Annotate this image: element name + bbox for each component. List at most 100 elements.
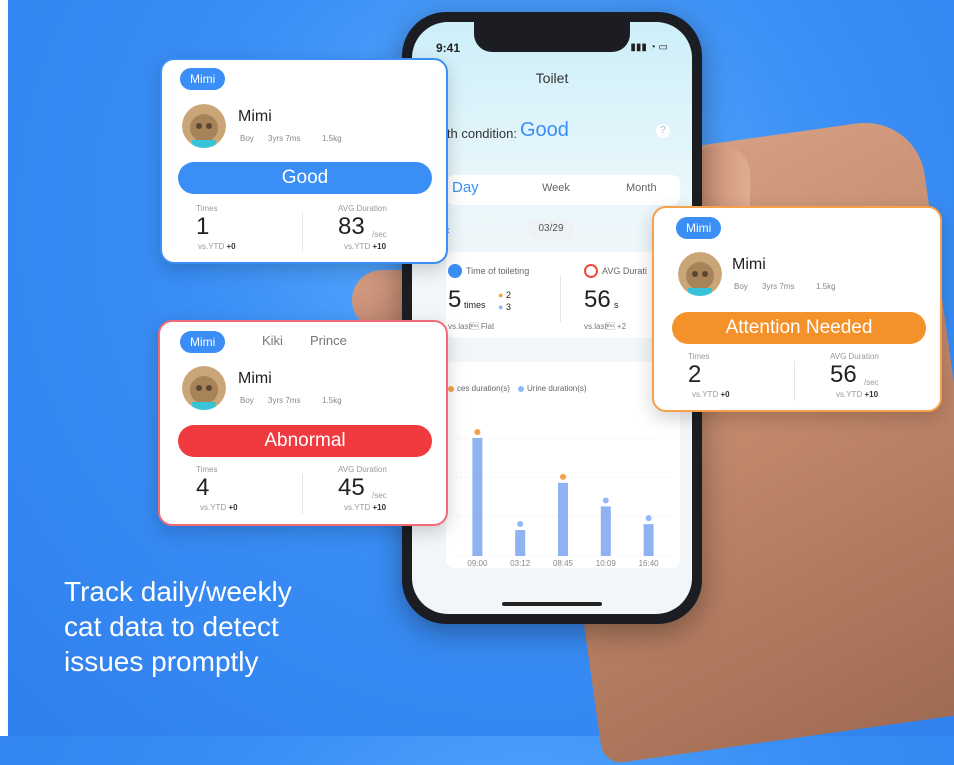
chart-point-marker bbox=[602, 497, 609, 504]
duration-vs: vs.YTD +10 bbox=[344, 503, 386, 512]
times-vs-value: +0 bbox=[720, 390, 730, 399]
status-time: 9:41 bbox=[436, 41, 461, 55]
status-attention-needed[interactable]: Attention Needed bbox=[672, 312, 926, 344]
pet-weight: 1.5kg bbox=[816, 282, 836, 291]
phone-screen: 9:41 ▮▮▮ ◔ ▭ Toilet lth condition: Good … bbox=[412, 22, 692, 614]
x-tick-label: 08:45 bbox=[553, 559, 574, 568]
pet-tab-prince[interactable]: Prince bbox=[310, 333, 347, 348]
card-good[interactable]: Mimi Mimi Boy 3yrs 7ms 1.5kg Good Times … bbox=[160, 58, 448, 264]
pet-gender: Boy bbox=[240, 134, 254, 143]
pet-name: Mimi bbox=[238, 108, 272, 125]
card-attention[interactable]: Mimi Mimi Boy 3yrs 7ms 1.5kg Attention N… bbox=[652, 206, 942, 412]
cat-avatar bbox=[182, 366, 226, 410]
tab-day[interactable]: Day bbox=[452, 179, 479, 196]
pet-gender: Boy bbox=[240, 396, 254, 405]
times-vs-value: +0 bbox=[226, 242, 236, 251]
times-label: Times bbox=[688, 352, 710, 361]
clock-icon bbox=[584, 264, 598, 278]
toileting-vs: vs.last Flat bbox=[448, 322, 495, 331]
health-condition-label: lth condition: bbox=[444, 126, 517, 141]
left-edge bbox=[0, 0, 8, 736]
feces-count: 2 bbox=[506, 290, 512, 300]
times-value: 1 bbox=[196, 213, 210, 240]
tab-month[interactable]: Month bbox=[626, 182, 657, 194]
times-vs: vs.YTD +0 bbox=[198, 242, 236, 251]
pet-tab-mimi[interactable]: Mimi bbox=[676, 217, 722, 239]
status-abnormal[interactable]: Abnormal bbox=[178, 425, 432, 457]
status-icons: ▮▮▮ ◔ ▭ bbox=[630, 42, 668, 53]
card-abnormal[interactable]: Mimi Kiki Prince Mimi Boy 3yrs 7ms 1.5kg… bbox=[158, 320, 448, 526]
x-tick-label: 10:09 bbox=[596, 559, 617, 568]
chart-point-marker bbox=[645, 515, 652, 522]
pet-weight: 1.5kg bbox=[322, 134, 342, 143]
period-tabs: Day Week Month bbox=[446, 175, 680, 205]
duration-vs-value: +10 bbox=[864, 390, 879, 399]
duration-vs: vs.YTD +10 bbox=[344, 242, 386, 251]
times-vs-prefix: vs.YTD bbox=[198, 242, 225, 251]
duration-label: AVG Duration bbox=[338, 465, 387, 474]
pet-tab-kiki[interactable]: Kiki bbox=[262, 333, 283, 348]
toileting-label: Time of toileting bbox=[466, 266, 530, 276]
chart-point-marker bbox=[474, 429, 481, 435]
metric-divider bbox=[302, 212, 303, 252]
home-indicator bbox=[502, 602, 602, 606]
toileting-icon bbox=[448, 264, 462, 278]
times-label: Times bbox=[196, 204, 218, 213]
times-vs-prefix: vs.YTD bbox=[200, 503, 227, 512]
tagline-line-3: issues promptly bbox=[64, 646, 259, 677]
urine-drop-icon: ● bbox=[498, 302, 504, 312]
chart-point-marker bbox=[517, 521, 524, 528]
chart-bar bbox=[600, 506, 611, 556]
cat-avatar bbox=[678, 252, 722, 296]
chart-bar bbox=[558, 482, 568, 556]
tagline: Track daily/weekly cat data to detect is… bbox=[64, 574, 384, 679]
urine-count: 3 bbox=[506, 302, 512, 312]
duration-value: 56 bbox=[830, 361, 857, 388]
times-vs: vs.YTD +0 bbox=[200, 503, 238, 512]
chart-point-marker bbox=[560, 473, 566, 480]
x-tick-label: 09:00 bbox=[467, 559, 488, 568]
avg-duration-label: AVG Durati bbox=[602, 266, 647, 276]
page-title: Toilet bbox=[535, 70, 569, 86]
duration-unit: /sec bbox=[372, 230, 387, 239]
x-tick-label: 16:40 bbox=[639, 559, 660, 568]
date-pill[interactable]: 03/29 bbox=[528, 219, 574, 239]
stats-card: Time of toileting 5 times ● 2 ● 3 vs.las… bbox=[446, 252, 680, 338]
help-icon[interactable]: ? bbox=[656, 124, 670, 138]
x-tick-label: 03:12 bbox=[510, 559, 531, 568]
times-value: 4 bbox=[196, 474, 210, 501]
signal-icon: ▮▮▮ bbox=[630, 42, 647, 53]
duration-value: 83 bbox=[338, 213, 365, 240]
stats-divider bbox=[560, 276, 561, 322]
wifi-icon: ◔ bbox=[649, 42, 656, 53]
duration-label: AVG Duration bbox=[338, 204, 387, 213]
chart-card: ces duration(s) Urine duration(s) 09:00 0… bbox=[446, 362, 680, 568]
toileting-unit: times bbox=[464, 300, 486, 310]
duration-unit: /sec bbox=[372, 491, 387, 500]
pet-tab-mimi[interactable]: Mimi bbox=[180, 68, 226, 90]
duration-bar-chart: 09:00 03:12 08:45 10:09 16:40 bbox=[456, 429, 670, 568]
times-vs: vs.YTD +0 bbox=[692, 390, 730, 399]
duration-value: 45 bbox=[338, 474, 365, 501]
status-good[interactable]: Good bbox=[178, 162, 432, 194]
times-vs-value: +0 bbox=[228, 503, 238, 512]
tab-week[interactable]: Week bbox=[542, 182, 570, 194]
duration-vs-prefix: vs.YTD bbox=[836, 390, 863, 399]
battery-icon: ▭ bbox=[658, 42, 668, 53]
avg-duration-value: 56 bbox=[584, 286, 611, 313]
toileting-count: 5 bbox=[448, 286, 462, 313]
pet-weight: 1.5kg bbox=[322, 396, 342, 405]
duration-label: AVG Duration bbox=[830, 352, 879, 361]
duration-vs-value: +10 bbox=[372, 242, 387, 251]
duration-unit: /sec bbox=[864, 378, 879, 387]
date-selector: ‹ 03/29 bbox=[446, 217, 680, 247]
duration-vs-value: +10 bbox=[372, 503, 387, 512]
pet-gender: Boy bbox=[734, 282, 748, 291]
avg-duration-vs: vs.last +2 bbox=[584, 322, 627, 331]
duration-vs-prefix: vs.YTD bbox=[344, 503, 371, 512]
duration-vs-prefix: vs.YTD bbox=[344, 242, 371, 251]
pet-tab-mimi[interactable]: Mimi bbox=[180, 331, 226, 353]
chart-bar bbox=[515, 530, 526, 556]
duration-vs: vs.YTD +10 bbox=[836, 390, 878, 399]
metric-divider bbox=[302, 474, 303, 514]
